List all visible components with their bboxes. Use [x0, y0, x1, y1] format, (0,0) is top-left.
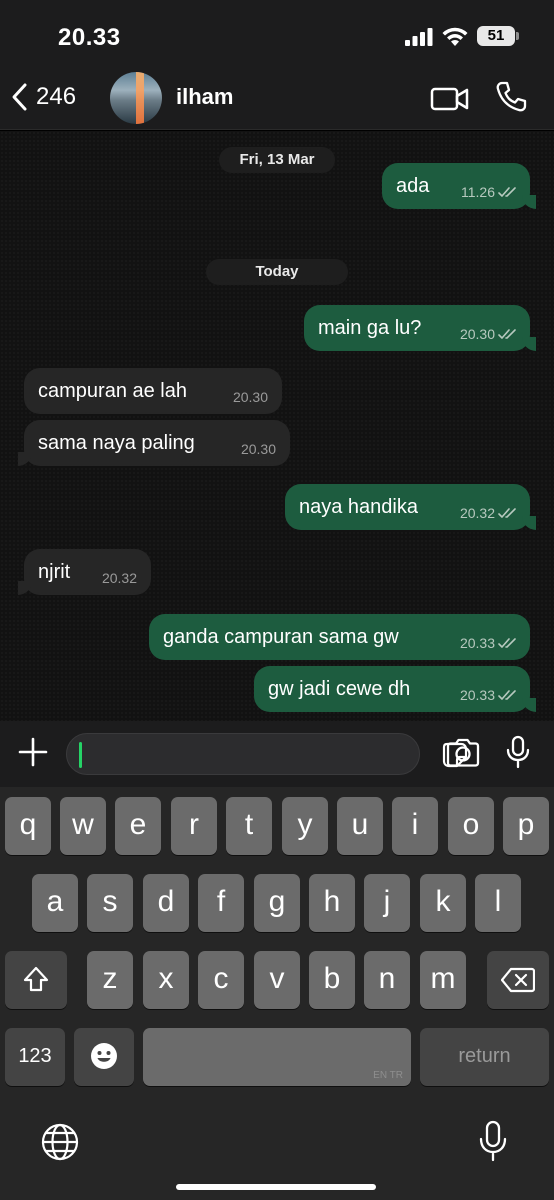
- battery-indicator: 51: [477, 26, 515, 46]
- plus-icon[interactable]: [18, 737, 48, 767]
- key-v[interactable]: v: [254, 951, 300, 1009]
- microphone-icon[interactable]: [506, 735, 530, 769]
- text-cursor: [79, 742, 82, 768]
- key-w[interactable]: w: [60, 797, 106, 855]
- key-n[interactable]: n: [364, 951, 410, 1009]
- key-m[interactable]: m: [420, 951, 466, 1009]
- read-receipt-icon: [498, 690, 516, 700]
- key-l[interactable]: l: [475, 874, 521, 932]
- key-e[interactable]: e: [115, 797, 161, 855]
- space-key[interactable]: EN TR: [143, 1028, 411, 1086]
- read-receipt-icon: [498, 329, 516, 339]
- key-r[interactable]: r: [171, 797, 217, 855]
- shift-key[interactable]: [5, 951, 67, 1009]
- message-text: njrit: [38, 561, 71, 583]
- message-bubble-outgoing[interactable]: main ga lu? 20.30: [304, 305, 536, 351]
- message-time: 20.30: [240, 441, 276, 457]
- message-bubble-outgoing[interactable]: gw jadi cewe dh 20.33: [254, 666, 536, 712]
- dictation-microphone-icon[interactable]: [478, 1120, 508, 1162]
- date-separator: Fri, 13 Mar: [219, 147, 335, 173]
- message-bubble-incoming[interactable]: campuran ae lah 20.30: [24, 368, 282, 414]
- return-key[interactable]: return: [420, 1028, 549, 1086]
- video-call-icon[interactable]: [430, 84, 470, 114]
- home-indicator[interactable]: [176, 1184, 376, 1190]
- message-time: 20.33: [459, 687, 495, 703]
- backspace-key[interactable]: [487, 951, 549, 1009]
- message-text: gw jadi cewe dh: [268, 678, 411, 700]
- status-time: 20.33: [58, 24, 121, 51]
- key-q[interactable]: q: [5, 797, 51, 855]
- emoji-key[interactable]: [74, 1028, 134, 1086]
- key-o[interactable]: o: [448, 797, 494, 855]
- key-u[interactable]: u: [337, 797, 383, 855]
- battery-cap: [516, 32, 519, 40]
- status-bar: 20.33 51: [0, 0, 554, 70]
- key-a[interactable]: a: [32, 874, 78, 932]
- message-bubble-outgoing[interactable]: ada 11.26: [382, 163, 536, 209]
- read-receipt-icon: [498, 638, 516, 648]
- key-s[interactable]: s: [87, 874, 133, 932]
- cellular-signal-icon: [405, 28, 433, 46]
- key-f[interactable]: f: [198, 874, 244, 932]
- phone-call-icon[interactable]: [494, 80, 528, 114]
- key-i[interactable]: i: [392, 797, 438, 855]
- message-time: 20.30: [232, 389, 268, 405]
- bubble-tail: [522, 195, 536, 209]
- key-c[interactable]: c: [198, 951, 244, 1009]
- key-t[interactable]: t: [226, 797, 272, 855]
- message-text: ganda campuran sama gw: [163, 626, 399, 648]
- bubble-tail: [522, 337, 536, 351]
- shift-icon: [23, 966, 49, 992]
- key-g[interactable]: g: [254, 874, 300, 932]
- bubble-tail: [522, 698, 536, 712]
- bubble-tail: [18, 452, 32, 466]
- unread-count: 246: [36, 83, 77, 110]
- wifi-icon: [442, 27, 468, 46]
- globe-icon[interactable]: [40, 1122, 80, 1162]
- message-text: ada: [396, 175, 430, 197]
- contact-avatar[interactable]: [110, 72, 162, 124]
- chat-header: 246 ilham: [0, 70, 554, 130]
- key-x[interactable]: x: [143, 951, 189, 1009]
- message-bubble-incoming[interactable]: sama naya paling 20.30: [18, 420, 290, 466]
- message-input[interactable]: [66, 733, 468, 775]
- keyboard: q w e r t y u i o p a s d f g h j k l z …: [0, 787, 554, 1200]
- message-text: naya handika: [299, 496, 418, 518]
- message-bubble-outgoing[interactable]: ganda campuran sama gw 20.33: [149, 614, 530, 660]
- key-k[interactable]: k: [420, 874, 466, 932]
- key-y[interactable]: y: [282, 797, 328, 855]
- emoji-icon: [91, 1043, 117, 1069]
- message-bubble-outgoing[interactable]: naya handika 20.32: [285, 484, 536, 530]
- key-p[interactable]: p: [503, 797, 549, 855]
- chat-area[interactable]: Fri, 13 Mar ada 11.26 Today main ga lu? …: [0, 131, 554, 721]
- numbers-key[interactable]: 123: [5, 1028, 65, 1086]
- back-button[interactable]: 246: [10, 82, 76, 112]
- message-composer: [0, 721, 554, 787]
- read-receipt-icon: [498, 187, 516, 197]
- bubble-tail: [522, 516, 536, 530]
- read-receipt-icon: [498, 508, 516, 518]
- message-time: 20.32: [101, 570, 137, 586]
- backspace-icon: [500, 967, 536, 993]
- chevron-left-icon: [12, 83, 27, 111]
- key-b[interactable]: b: [309, 951, 355, 1009]
- language-indicator: EN TR: [373, 1070, 403, 1081]
- key-j[interactable]: j: [364, 874, 410, 932]
- contact-name[interactable]: ilham: [176, 84, 233, 110]
- bubble-tail: [18, 581, 32, 595]
- message-text: sama naya paling: [38, 432, 195, 454]
- camera-icon[interactable]: [445, 737, 481, 769]
- message-text: campuran ae lah: [38, 380, 187, 402]
- message-time: 20.30: [459, 326, 495, 342]
- date-separator: Today: [206, 259, 348, 285]
- key-z[interactable]: z: [87, 951, 133, 1009]
- message-time: 20.33: [459, 635, 495, 651]
- message-text: main ga lu?: [318, 317, 422, 339]
- message-bubble-incoming[interactable]: njrit 20.32: [18, 549, 151, 595]
- message-time: 11.26: [461, 184, 495, 200]
- message-time: 20.32: [459, 505, 495, 521]
- key-h[interactable]: h: [309, 874, 355, 932]
- key-d[interactable]: d: [143, 874, 189, 932]
